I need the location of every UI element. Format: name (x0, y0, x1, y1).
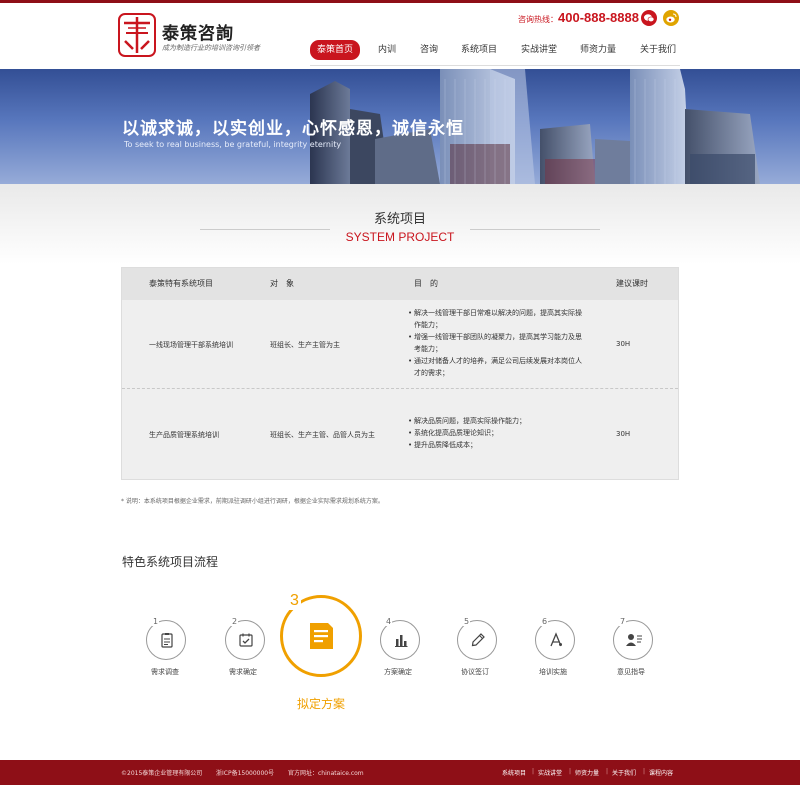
step-number: 1 (152, 617, 160, 626)
row-hours: 30H (616, 340, 631, 348)
footer-separator: | (606, 768, 609, 775)
step-label: 需求调查 (151, 668, 179, 676)
row-hours: 30H (616, 430, 631, 438)
table-note: * 说明：本系统项目根据企业需求，前期派驻调研小组进行调研，根据企业实际需求规划… (121, 498, 384, 505)
goal-item: 提升品质降低成本； (408, 439, 588, 451)
weibo-icon[interactable] (663, 10, 679, 26)
footer-icp[interactable]: 浙ICP备15000000号 (216, 768, 274, 777)
brand-slogan: 成为制造行业的培训咨询引领者 (162, 44, 260, 52)
site-footer: ©2015泰策企业管理有限公司 浙ICP备15000000号 官方网址：chin… (0, 760, 800, 785)
step-number: 7 (619, 617, 627, 626)
footer-site[interactable]: 官方网址：chinataice.com (288, 768, 364, 777)
brand-name[interactable]: 泰策咨詢 (162, 19, 234, 44)
footer-link-courses[interactable]: 课程内容 (649, 768, 673, 777)
site-header: 泰策咨詢 成为制造行业的培训咨询引领者 咨询热线： 400-888-8888 泰… (0, 3, 800, 69)
step-label: 需求确定 (229, 668, 257, 676)
hotline-number: 400-888-8888 (558, 10, 639, 25)
section-title: 系统项目 (373, 212, 426, 227)
footer-link-lectures[interactable]: 实战讲堂 (538, 768, 562, 777)
bar-chart-icon (395, 635, 408, 647)
column-header-hours: 建议课时 (616, 279, 648, 288)
calendar-check-icon (239, 633, 253, 647)
step-label: 协议签订 (461, 668, 489, 676)
process-step-1[interactable] (146, 620, 186, 660)
process-step-6[interactable] (535, 620, 575, 660)
goal-item: 系统化提高品质理论知识； (408, 427, 588, 439)
nav-item-consulting[interactable]: 咨询 (420, 40, 438, 60)
process-step-5[interactable] (457, 620, 497, 660)
row-project: 一线现场管理干部系统培训 (149, 341, 233, 349)
wechat-icon[interactable] (641, 10, 657, 26)
footer-copyright: ©2015泰策企业管理有限公司 (121, 770, 203, 777)
pen-icon (471, 633, 485, 647)
logo-seal-icon[interactable] (118, 13, 156, 57)
hero-banner: 以诚求诚，以实创业，心怀感恩，诚信永恒 To seek to real busi… (0, 69, 800, 184)
nav-item-inhouse-training[interactable]: 内训 (378, 40, 396, 60)
nav-item-home[interactable]: 泰策首页 (310, 40, 361, 60)
step-label: 方案确定 (384, 668, 412, 676)
process-step-7[interactable] (613, 620, 653, 660)
header-divider (310, 65, 680, 66)
section-subtitle: SYSTEM PROJECT (345, 230, 455, 244)
step-number: 6 (541, 617, 549, 626)
row-target: 班组长、生产主管、品管人员为主 (270, 431, 375, 439)
nav-item-system-project[interactable]: 系统项目 (461, 40, 497, 60)
row-goals: 解决一线管理干部日常难以解决的问题，提高其实际操作能力； 增强一线管理干部团队的… (408, 307, 588, 379)
goal-item: 解决一线管理干部日常难以解决的问题，提高其实际操作能力； (408, 307, 588, 331)
step-number-active: 3 (288, 592, 301, 610)
nav-item-practical-lectures[interactable]: 实战讲堂 (521, 40, 557, 60)
footer-link-about[interactable]: 关于我们 (612, 768, 636, 777)
step-label: 培训实施 (539, 668, 567, 676)
row-goals: 解决品质问题，提高实际操作能力； 系统化提高品质理论知识； 提升品质降低成本； (408, 415, 588, 451)
column-header-goal: 目 的 (414, 279, 438, 288)
footer-link-system-project[interactable]: 系统项目 (502, 768, 526, 777)
step-number: 2 (231, 617, 239, 626)
step-label-active: 拟定方案 (296, 697, 345, 711)
banner-headline: 以诚求诚，以实创业，心怀感恩，诚信永恒 (122, 119, 464, 139)
process-step-4[interactable] (380, 620, 420, 660)
nav-item-about-us[interactable]: 关于我们 (640, 40, 676, 60)
system-project-table: 泰策特有系统项目 对 象 目 的 建议课时 一线现场管理干部系统培训 班组长、生… (121, 267, 679, 480)
footer-separator: | (569, 768, 572, 775)
step-number: 5 (463, 617, 471, 626)
process-step-2[interactable] (225, 620, 265, 660)
row-target: 班组长、生产主管为主 (270, 341, 340, 349)
table-header: 泰策特有系统项目 对 象 目 的 建议课时 (122, 268, 678, 300)
process-title: 特色系统项目流程 (122, 555, 219, 569)
goal-item: 增强一线管理干部团队的凝聚力，提高其学习能力及思考能力； (408, 331, 588, 355)
column-header-project: 泰策特有系统项目 (149, 279, 213, 288)
row-divider (122, 388, 678, 389)
user-profile-icon (626, 634, 642, 646)
nav-item-faculty[interactable]: 师资力量 (580, 40, 616, 60)
hotline-label: 咨询热线： (518, 15, 558, 24)
row-project: 生产品质管理系统培训 (149, 431, 219, 439)
goal-item: 解决品质问题，提高实际操作能力； (408, 415, 588, 427)
font-tool-icon (550, 632, 562, 647)
footer-link-faculty[interactable]: 师资力量 (575, 768, 599, 777)
footer-separator: | (532, 768, 535, 775)
clipboard-icon (161, 633, 173, 648)
column-header-target: 对 象 (270, 279, 294, 288)
goal-item: 通过对储备人才的培养，满足公司后续发展对本岗位人才的需求； (408, 355, 588, 379)
step-label: 意见指导 (617, 668, 645, 676)
document-edit-icon (310, 623, 333, 649)
footer-separator: | (643, 768, 646, 775)
banner-subline: To seek to real business, be grateful, i… (124, 140, 342, 149)
step-number: 4 (385, 617, 393, 626)
